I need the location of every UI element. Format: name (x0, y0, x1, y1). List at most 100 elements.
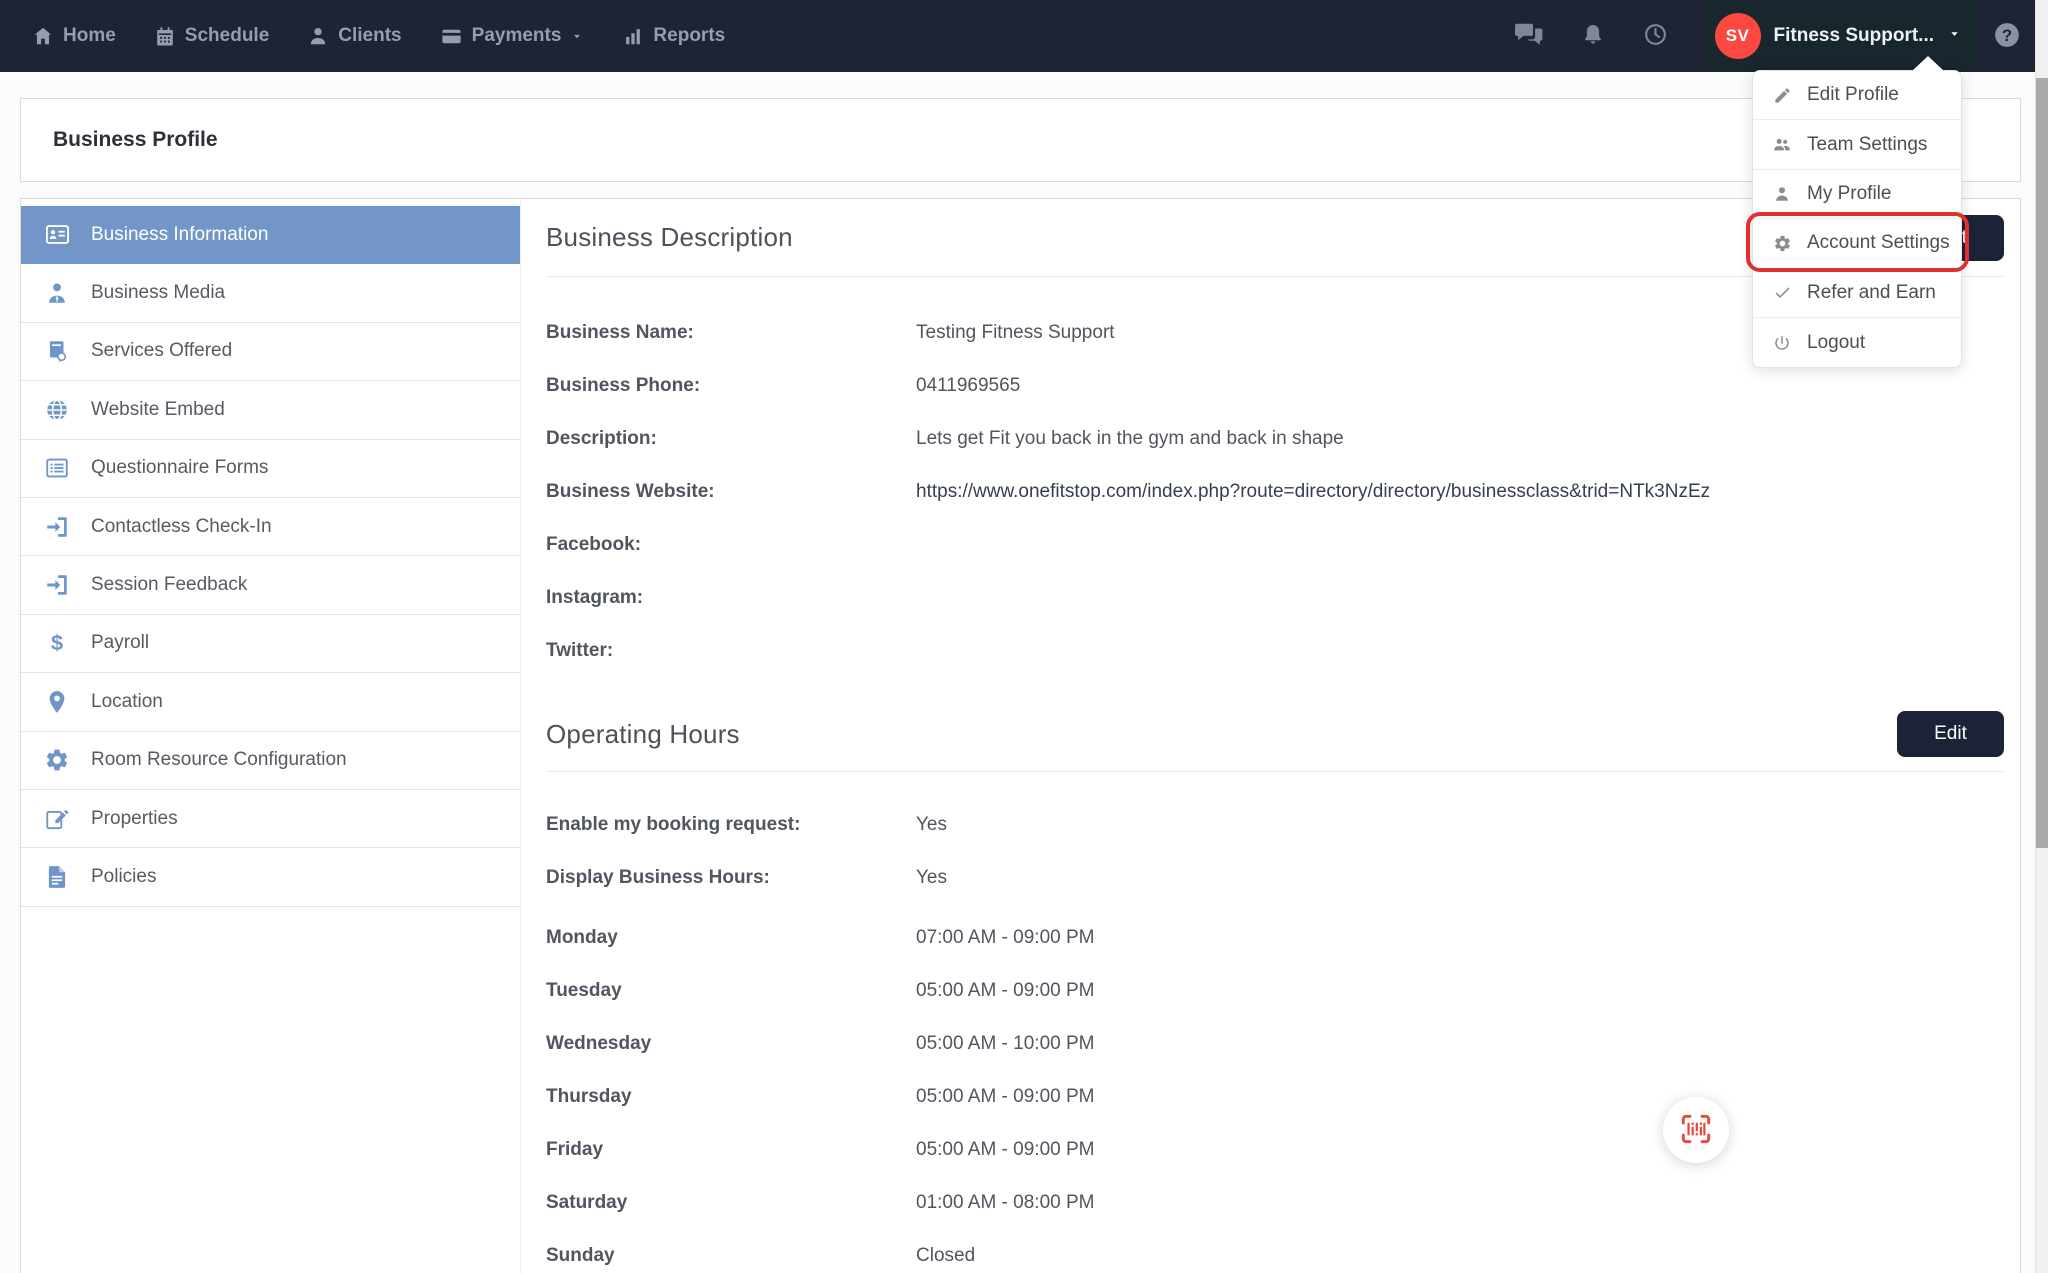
sidebar-item-business-media[interactable]: Business Media (21, 264, 520, 322)
field-value: 0411969565 (916, 375, 1020, 397)
avatar: SV (1715, 13, 1761, 59)
team-icon (1772, 134, 1792, 155)
field-label: Enable my booking request: (546, 814, 916, 836)
field-row-enable-booking-request: Enable my booking request: Yes (546, 798, 2004, 851)
sidebar-item-label: Room Resource Configuration (91, 749, 347, 771)
sidebar-item-properties[interactable]: Properties (21, 790, 520, 848)
sidebar-item-website-embed[interactable]: Website Embed (21, 381, 520, 439)
nav-item-home[interactable]: Home (32, 25, 116, 47)
dollar-icon: $ (39, 630, 75, 656)
sidebar-item-business-information[interactable]: Business Information (21, 206, 520, 264)
field-label: Description: (546, 428, 916, 450)
field-value: Testing Fitness Support (916, 322, 1115, 344)
sidebar-item-label: Services Offered (91, 340, 232, 362)
calendar-icon (154, 25, 176, 47)
day-hours: 05:00 AM - 09:00 PM (916, 980, 1095, 1002)
sidebar-item-session-feedback[interactable]: Session Feedback (21, 556, 520, 614)
sidebar-item-contactless-check-in[interactable]: Contactless Check-In (21, 498, 520, 556)
bell-icon (1580, 22, 1606, 51)
barcode-scan-fab[interactable] (1663, 1097, 1729, 1163)
gear-icon (39, 747, 75, 773)
field-row-instagram: Instagram: (546, 571, 2004, 624)
operating-hours-settings: Enable my booking request: Yes Display B… (546, 798, 2004, 904)
field-row-business-website: Business Website: https://www.onefitstop… (546, 465, 2004, 518)
nav-item-reports[interactable]: Reports (622, 25, 725, 47)
scrollbar-thumb[interactable] (2036, 78, 2048, 848)
sign-in-icon (39, 572, 75, 598)
sidebar-item-label: Website Embed (91, 399, 225, 421)
menu-item-refer-and-earn[interactable]: Refer and Earn (1753, 269, 1961, 318)
field-row-description: Description: Lets get Fit you back in th… (546, 412, 2004, 465)
sidebar-item-services-offered[interactable]: Services Offered (21, 323, 520, 381)
menu-item-team-settings[interactable]: Team Settings (1753, 120, 1961, 169)
day-hours: 05:00 AM - 09:00 PM (916, 1139, 1095, 1161)
field-label: Twitter: (546, 640, 916, 662)
day-hours: 05:00 AM - 09:00 PM (916, 1086, 1095, 1108)
svg-text:?: ? (2002, 25, 2012, 44)
map-marker-icon (39, 689, 75, 715)
menu-item-label: Logout (1807, 332, 1865, 354)
menu-item-label: Refer and Earn (1807, 282, 1936, 304)
main-nav: Home Schedule Clients Payments Reports (0, 25, 725, 48)
dropdown-pointer (1911, 56, 1945, 72)
field-label: Business Website: (546, 481, 916, 503)
edit-icon (39, 806, 75, 832)
day-hours: 01:00 AM - 08:00 PM (916, 1192, 1095, 1214)
field-value: Lets get Fit you back in the gym and bac… (916, 428, 1344, 450)
globe-icon (39, 397, 75, 423)
day-label: Wednesday (546, 1033, 916, 1055)
field-label: Instagram: (546, 587, 916, 609)
operating-hours-edit-button[interactable]: Edit (1897, 711, 2004, 757)
sidebar-item-location[interactable]: Location (21, 673, 520, 731)
page-scrollbar[interactable] (2035, 0, 2048, 1273)
sidebar-item-label: Properties (91, 808, 178, 830)
sidebar-item-label: Location (91, 691, 163, 713)
user-icon (1772, 185, 1792, 203)
menu-item-my-profile[interactable]: My Profile (1753, 170, 1961, 219)
sidebar-item-label: Contactless Check-In (91, 516, 272, 538)
section-title: Business Description (546, 222, 793, 253)
day-row-saturday: Saturday 01:00 AM - 08:00 PM (546, 1176, 2004, 1229)
nav-item-label: Payments (472, 25, 562, 47)
sidebar-item-label: Session Feedback (91, 574, 247, 596)
day-label: Sunday (546, 1245, 916, 1267)
nav-item-label: Reports (653, 25, 725, 47)
day-row-friday: Friday 05:00 AM - 09:00 PM (546, 1123, 2004, 1176)
field-value: Yes (916, 814, 947, 836)
operating-hours-days: Monday 07:00 AM - 09:00 PM Tuesday 05:00… (546, 911, 2004, 1273)
clients-icon (307, 25, 329, 47)
page-title: Business Profile (53, 128, 218, 152)
nav-item-schedule[interactable]: Schedule (154, 25, 269, 47)
top-navbar: Home Schedule Clients Payments Reports (0, 0, 2048, 72)
day-row-tuesday: Tuesday 05:00 AM - 09:00 PM (546, 964, 2004, 1017)
business-website-link[interactable]: https://www.onefitstop.com/index.php?rou… (916, 481, 1710, 503)
navbar-right: SV Fitness Support... ? (1514, 0, 2048, 72)
menu-item-label: Account Settings (1807, 232, 1950, 254)
nav-item-label: Clients (338, 25, 401, 47)
pencil-icon (1772, 86, 1792, 105)
sidebar-item-payroll[interactable]: $ Payroll (21, 615, 520, 673)
chevron-down-icon (1947, 25, 1962, 47)
day-label: Friday (546, 1139, 916, 1161)
help-button[interactable]: ? (1992, 20, 2022, 53)
sign-in-icon (39, 514, 75, 540)
menu-item-label: Edit Profile (1807, 84, 1899, 106)
notifications-button[interactable] (1580, 22, 1606, 51)
field-row-facebook: Facebook: (546, 518, 2004, 571)
sidebar-item-policies[interactable]: Policies (21, 848, 520, 906)
messages-button[interactable] (1514, 22, 1544, 51)
nav-item-payments[interactable]: Payments (440, 25, 585, 48)
menu-item-edit-profile[interactable]: Edit Profile (1753, 71, 1961, 120)
menu-item-account-settings[interactable]: Account Settings (1753, 219, 1961, 268)
day-row-sunday: Sunday Closed (546, 1229, 2004, 1273)
sidebar-item-questionnaire-forms[interactable]: Questionnaire Forms (21, 440, 520, 498)
nav-item-clients[interactable]: Clients (307, 25, 401, 47)
user-tie-icon (39, 280, 75, 306)
sidebar-item-room-resource-configuration[interactable]: Room Resource Configuration (21, 732, 520, 790)
field-label: Display Business Hours: (546, 867, 916, 889)
menu-item-logout[interactable]: Logout (1753, 318, 1961, 367)
gear-icon (1772, 234, 1792, 253)
history-button[interactable] (1642, 21, 1669, 51)
settings-sidebar: Business Information Business Media Serv… (21, 199, 521, 1273)
book-comment-icon (39, 338, 75, 364)
